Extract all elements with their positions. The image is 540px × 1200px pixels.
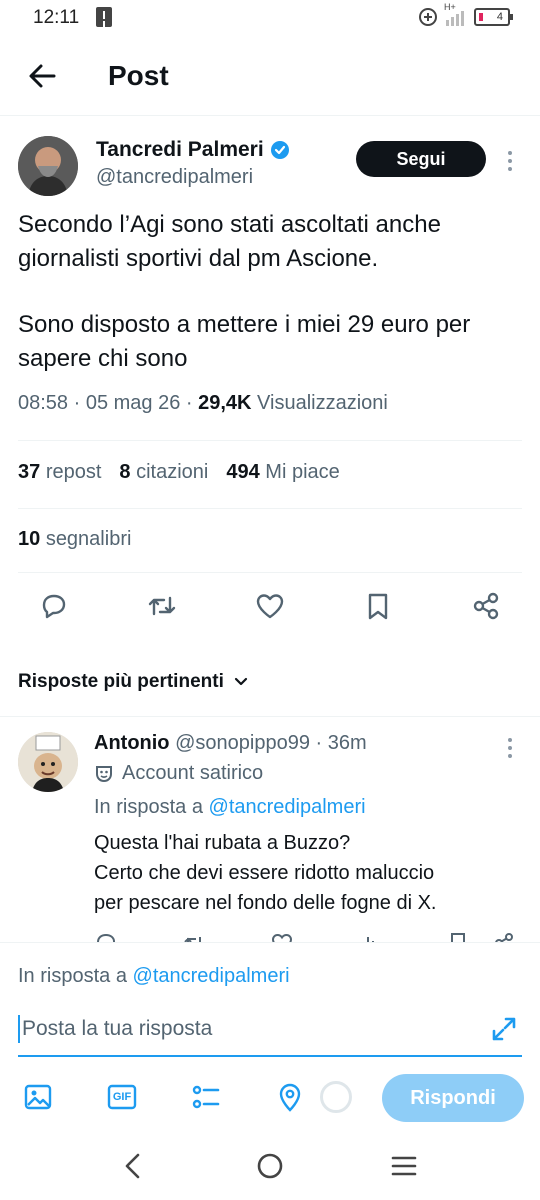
likes-label: Mi piace <box>265 461 340 483</box>
divider <box>18 440 522 441</box>
composer-in-reply-prefix: In risposta a <box>18 965 133 987</box>
follow-button[interactable]: Segui <box>356 141 486 177</box>
repost-icon[interactable] <box>146 590 178 622</box>
like-icon[interactable] <box>270 931 294 942</box>
reposts-count: 37 <box>18 461 41 483</box>
bookmark-icon[interactable] <box>446 931 470 942</box>
post-timestamp[interactable]: 08:58 · 05 mag 26 · <box>18 392 198 414</box>
bookmark-icon[interactable] <box>362 590 394 622</box>
repost-icon[interactable] <box>182 931 206 942</box>
replies-sort-dropdown[interactable]: Risposte più pertinenti <box>18 671 250 693</box>
reply-button[interactable]: Rispondi <box>382 1074 524 1122</box>
reply-in-reply-to: In risposta a @tancredipalmeri <box>94 796 366 819</box>
more-options-icon[interactable] <box>500 149 520 173</box>
composer-in-reply-handle-link[interactable]: @tancredipalmeri <box>133 965 290 987</box>
nav-home-icon[interactable] <box>254 1150 286 1182</box>
nav-menu-icon[interactable] <box>388 1150 420 1182</box>
reply-header: Antonio @sonopippo99 · 36m <box>94 732 367 755</box>
status-time: 12:11 <box>33 7 80 28</box>
gif-label: GIF <box>112 1091 132 1103</box>
views-icon[interactable] <box>358 931 382 942</box>
character-count-ring <box>320 1081 352 1113</box>
reply-text-line: Certo che devi essere ridotto maluccio <box>94 862 435 884</box>
share-icon[interactable] <box>492 931 516 942</box>
system-navigation-bar <box>0 1130 540 1200</box>
divider <box>18 572 522 573</box>
back-arrow-icon[interactable] <box>24 58 60 94</box>
reply-input[interactable]: Posta la tua risposta <box>18 1011 522 1057</box>
composer-in-reply-to: In risposta a @tancredipalmeri <box>18 965 290 988</box>
author-name[interactable]: Tancredi Palmeri <box>96 138 290 162</box>
post-text-paragraph-1: Secondo l’Agi sono stati ascoltati anche… <box>18 211 441 272</box>
satirical-account-label: Account satirico <box>94 762 263 785</box>
network-type-icon: H+ <box>444 2 468 28</box>
page-title: Post <box>108 60 169 91</box>
theater-masks-icon <box>96 765 112 782</box>
bookmarks-count: 10 <box>18 528 41 550</box>
reply-author-avatar[interactable] <box>18 732 78 792</box>
satirical-account-text: Account satirico <box>122 762 264 784</box>
verified-badge-icon <box>270 141 289 159</box>
engagement-stats: 37 repost 8 citazioni 494 Mi piace <box>18 461 340 484</box>
share-icon[interactable] <box>470 590 502 622</box>
post-action-bar <box>0 590 540 630</box>
reply-composer: In risposta a @tancredipalmeri Posta la … <box>0 942 540 1130</box>
bookmarks-label: segnalibri <box>45 528 132 550</box>
author-handle[interactable]: @tancredipalmeri <box>96 166 253 189</box>
quotes-stat[interactable]: 8 citazioni <box>119 461 208 484</box>
reply-time: · 36m <box>309 732 367 754</box>
notification-icon <box>96 7 112 27</box>
like-icon[interactable] <box>254 590 286 622</box>
reply-author-handle[interactable]: @sonopippo99 <box>175 732 310 754</box>
chevron-down-icon <box>234 677 247 686</box>
reply-author-name[interactable]: Antonio <box>94 732 170 754</box>
post-text-paragraph-2: Sono disposto a mettere i miei 29 euro p… <box>18 311 471 372</box>
reply-post[interactable]: Antonio @sonopippo99 · 36m Account satir… <box>0 716 540 942</box>
likes-count: 494 <box>226 461 260 483</box>
divider <box>18 508 522 509</box>
bookmarks-stat[interactable]: 10 segnalibri <box>18 528 131 551</box>
author-avatar[interactable] <box>18 136 78 196</box>
expand-composer-icon[interactable] <box>488 1013 520 1045</box>
reply-text-line: Questa l'hai rubata a Buzzo? <box>94 832 351 854</box>
image-icon[interactable] <box>22 1081 54 1113</box>
reply-icon[interactable] <box>38 590 70 622</box>
status-bar: 12:11 H+ 4 <box>0 0 540 36</box>
top-app-bar: Post <box>0 40 540 116</box>
post-text: Secondo l’Agi sono stati ascoltati anche… <box>18 208 522 408</box>
location-pin-icon[interactable] <box>274 1081 306 1113</box>
reply-text: Questa l'hai rubata a Buzzo? Certo che d… <box>94 828 514 918</box>
author-name-text: Tancredi Palmeri <box>96 138 264 161</box>
reposts-stat[interactable]: 37 repost <box>18 461 101 484</box>
likes-stat[interactable]: 494 Mi piace <box>226 461 339 484</box>
in-reply-handle-link[interactable]: @tancredipalmeri <box>209 796 366 818</box>
status-icons: H+ 4 <box>418 2 513 28</box>
in-reply-prefix: In risposta a <box>94 796 209 818</box>
reply-text-line: per pescare nel fondo delle fogne di X. <box>94 892 437 914</box>
gif-icon[interactable]: GIF <box>106 1081 138 1113</box>
reply-icon[interactable] <box>94 931 118 942</box>
nav-back-icon[interactable] <box>118 1150 150 1182</box>
reposts-label: repost <box>45 461 102 483</box>
quotes-count: 8 <box>119 461 131 483</box>
replies-sort-label: Risposte più pertinenti <box>18 671 224 692</box>
views-count: 29,4K <box>198 392 252 414</box>
data-saver-icon <box>419 8 437 26</box>
reply-more-options-icon[interactable] <box>500 736 520 760</box>
post-metadata: 08:58 · 05 mag 26 · 29,4K Visualizzazion… <box>18 392 388 415</box>
battery-icon: 4 <box>474 8 513 26</box>
poll-icon[interactable] <box>190 1081 222 1113</box>
quotes-label: citazioni <box>136 461 209 483</box>
reply-action-bar <box>94 931 524 942</box>
views-label: Visualizzazioni <box>251 392 388 414</box>
